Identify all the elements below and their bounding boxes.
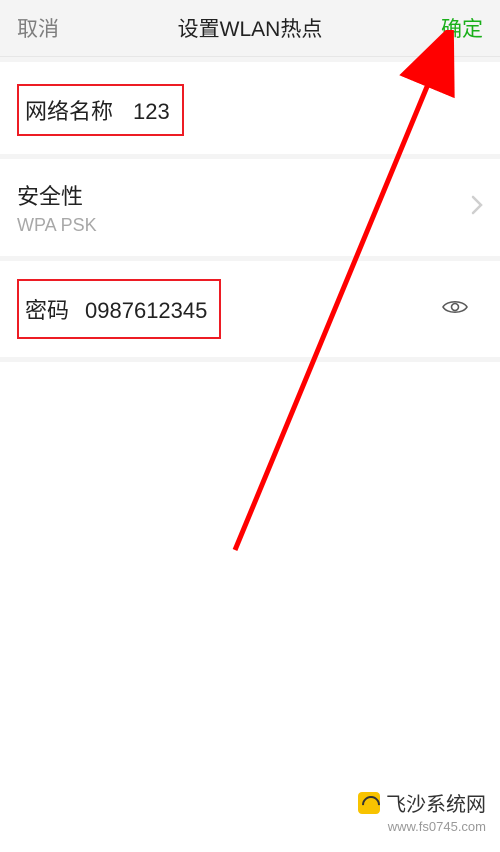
password-highlight: 密码 0987612345 — [17, 279, 221, 339]
security-label: 安全性 — [17, 179, 97, 211]
watermark-logo-icon — [358, 792, 380, 814]
password-label: 密码 — [25, 293, 69, 325]
security-text-group: 安全性 WPA PSK — [17, 179, 97, 236]
network-name-row[interactable]: 网络名称 123 — [0, 57, 500, 154]
password-section: 密码 0987612345 — [0, 256, 500, 362]
security-section: 安全性 WPA PSK — [0, 154, 500, 256]
watermark-title: 飞沙系统网 — [386, 788, 486, 817]
network-name-section: 网络名称 123 — [0, 57, 500, 154]
security-row[interactable]: 安全性 WPA PSK — [0, 154, 500, 256]
watermark-url: www.fs0745.com — [358, 819, 486, 834]
password-row[interactable]: 密码 0987612345 — [0, 256, 500, 362]
page-title: 设置WLAN热点 — [178, 13, 323, 43]
password-input[interactable]: 0987612345 — [85, 298, 207, 324]
eye-icon[interactable] — [441, 298, 469, 321]
network-name-input[interactable]: 123 — [133, 99, 170, 125]
security-value: WPA PSK — [17, 215, 97, 236]
header-bar: 取消 设置WLAN热点 确定 — [0, 0, 500, 57]
cancel-button[interactable]: 取消 — [17, 13, 59, 43]
watermark: 飞沙系统网 www.fs0745.com — [358, 788, 486, 834]
network-name-label: 网络名称 — [25, 94, 113, 126]
chevron-right-icon — [471, 195, 483, 220]
confirm-button[interactable]: 确定 — [441, 13, 483, 43]
network-name-highlight: 网络名称 123 — [17, 84, 184, 136]
